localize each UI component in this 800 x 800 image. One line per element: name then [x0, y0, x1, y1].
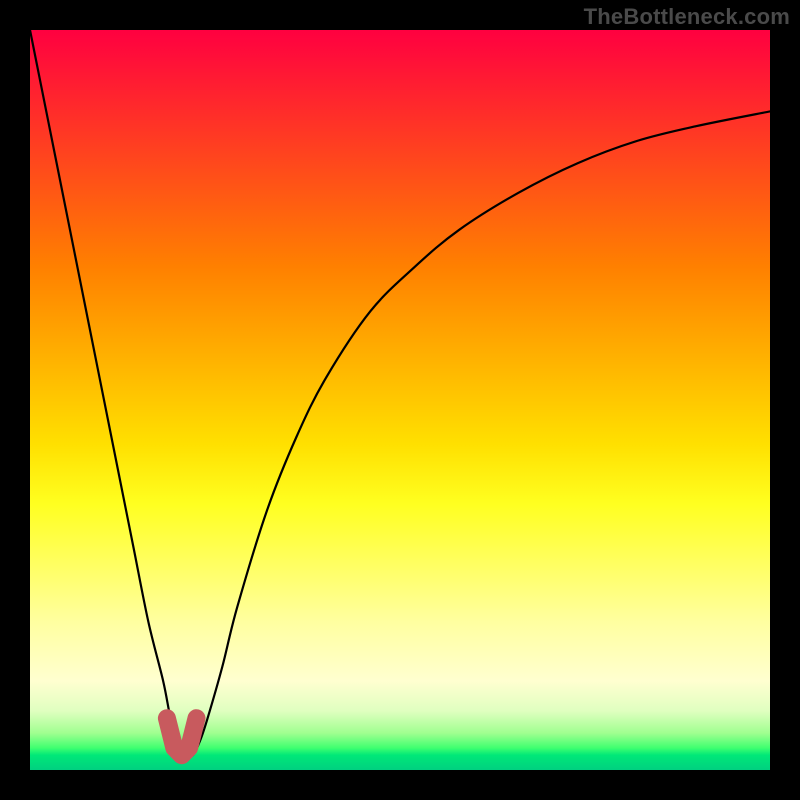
plot-area [30, 30, 770, 770]
bottleneck-curve-right [185, 111, 770, 756]
watermark-text: TheBottleneck.com [584, 4, 790, 30]
u-marker [167, 718, 197, 755]
chart-frame: TheBottleneck.com [0, 0, 800, 800]
chart-svg [30, 30, 770, 770]
bottleneck-curve-left [30, 30, 185, 755]
